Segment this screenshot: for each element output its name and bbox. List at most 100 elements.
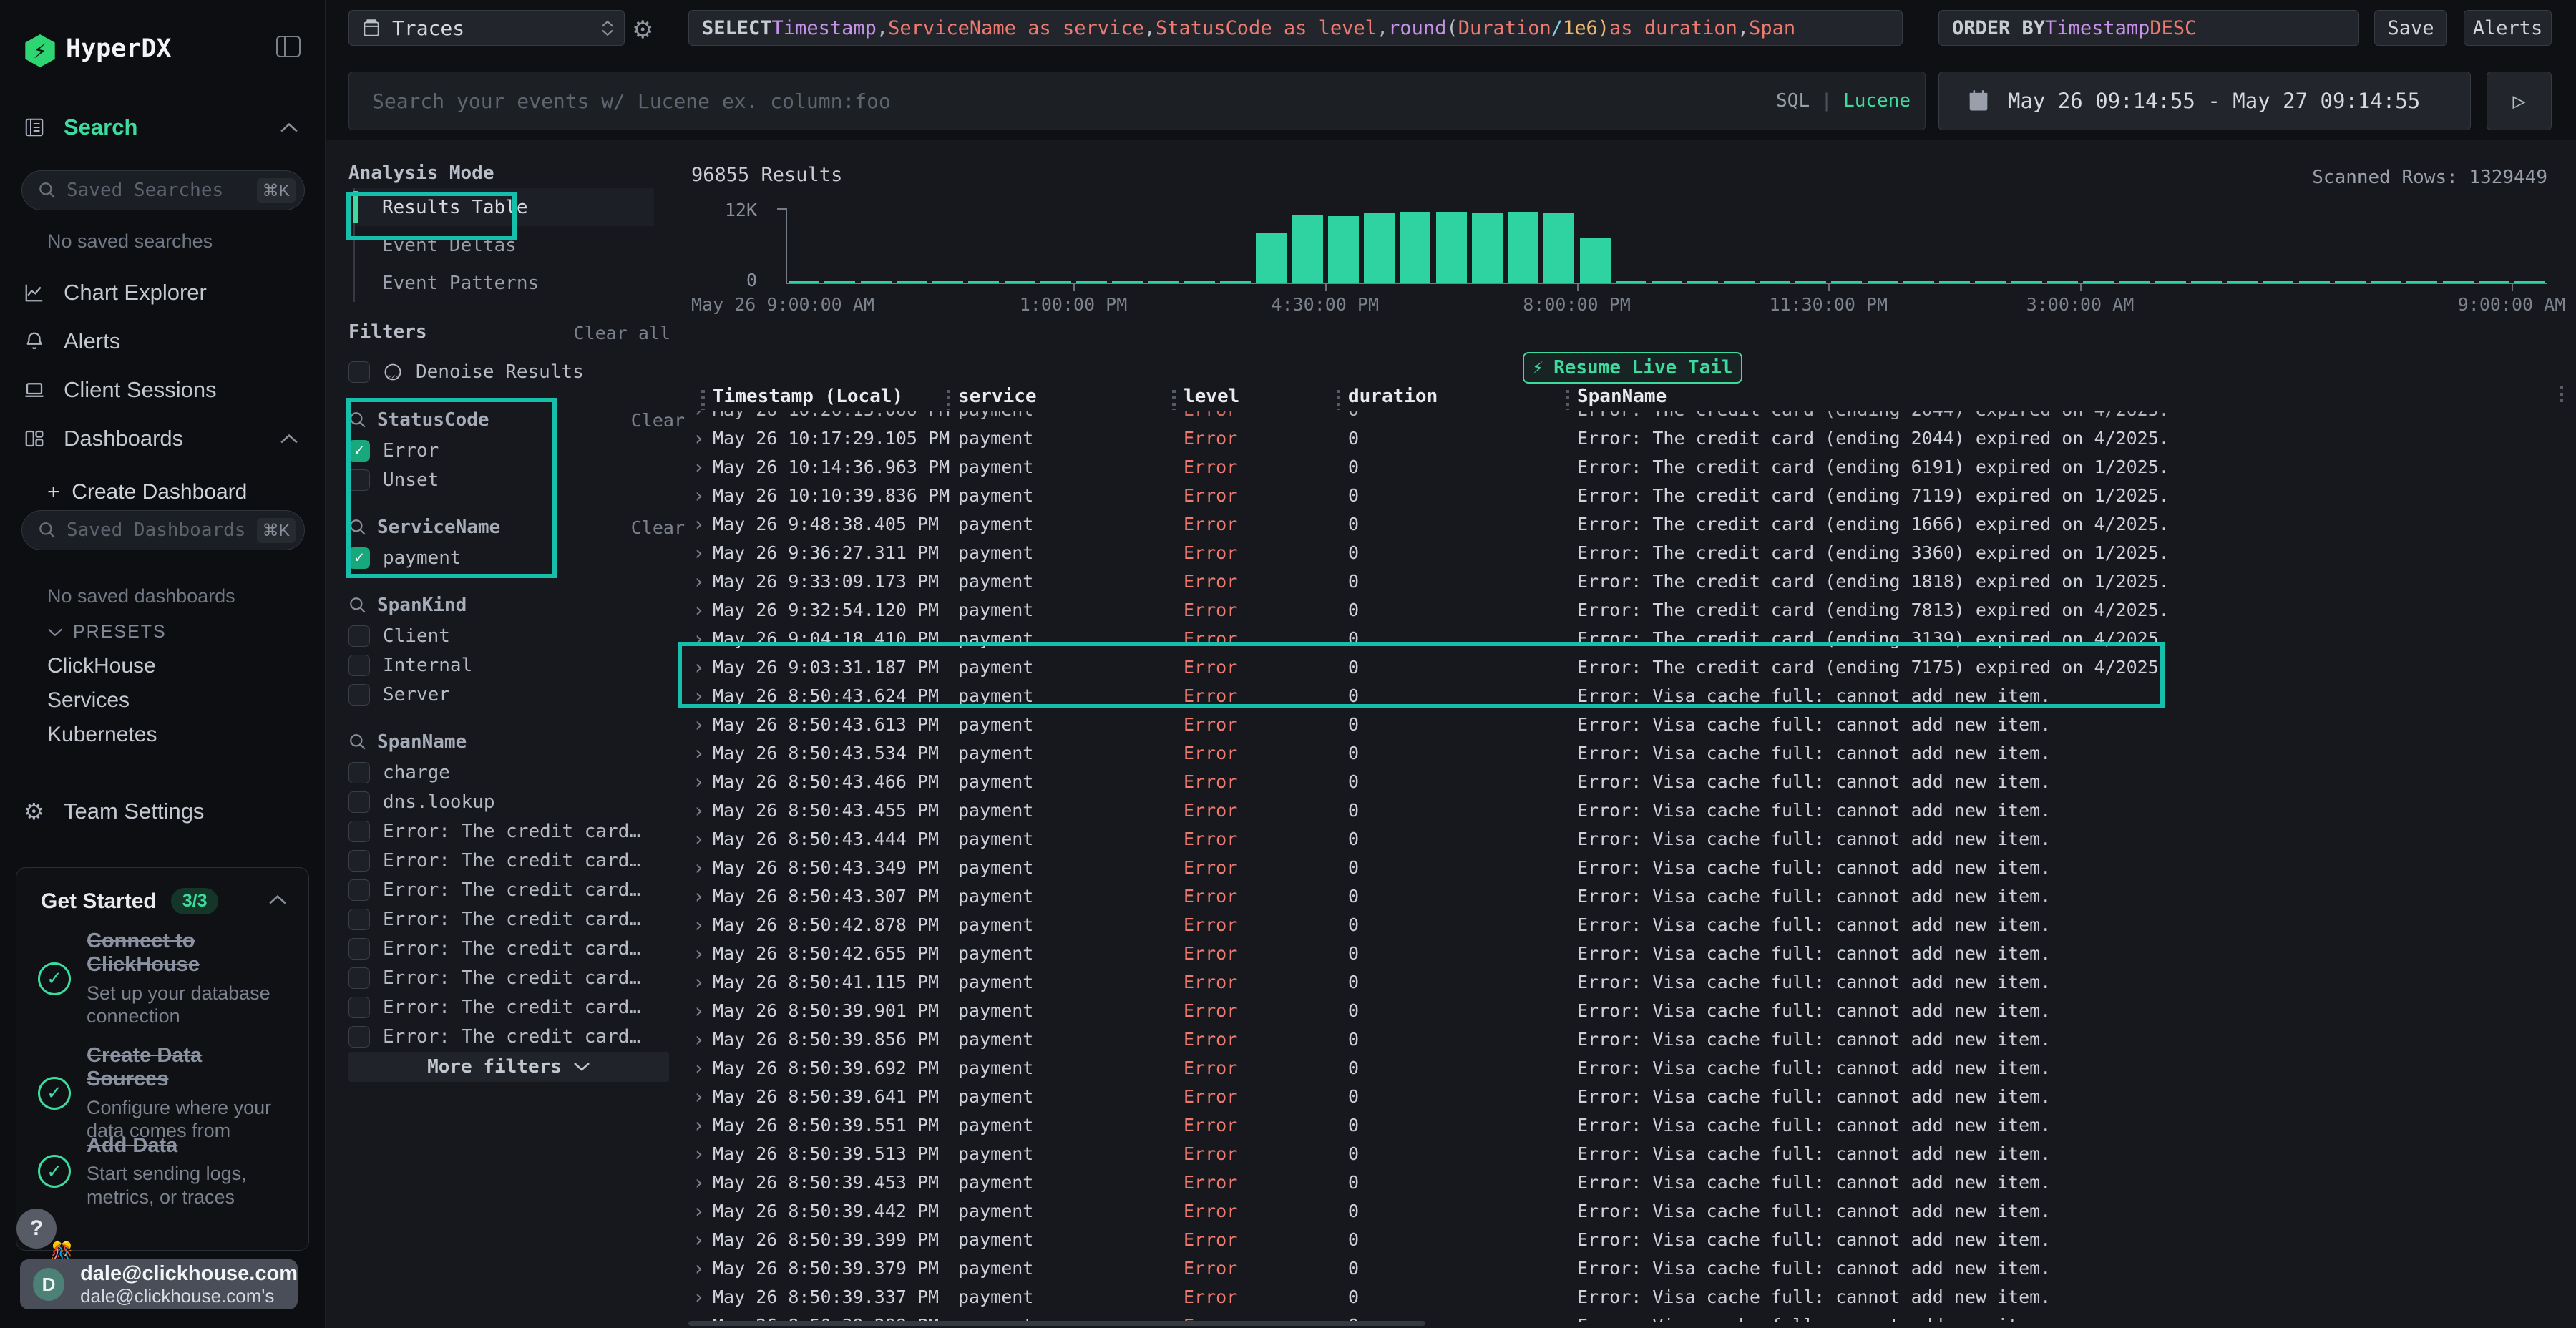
lang-sql[interactable]: SQL	[1776, 90, 1810, 112]
sidebar-item-client-sessions[interactable]: Client Sessions	[0, 366, 326, 414]
table-row[interactable]: ›May 26 10:20:15.000 PMpaymentError0Erro…	[686, 411, 2576, 424]
table-row[interactable]: ›May 26 8:50:39.399 PMpaymentError0Error…	[686, 1225, 2576, 1254]
sidebar-item-search[interactable]: Search	[0, 107, 326, 147]
row-expand-chevron-icon[interactable]: ›	[686, 942, 713, 965]
user-menu[interactable]: D dale@clickhouse.com dale@clickhouse.co…	[20, 1259, 298, 1309]
row-expand-chevron-icon[interactable]: ›	[686, 827, 713, 851]
presets-toggle[interactable]: PRESETS	[47, 622, 167, 643]
filter-checkbox[interactable]	[348, 909, 370, 930]
table-row[interactable]: ›May 26 8:50:42.878 PMpaymentError0Error…	[686, 910, 2576, 939]
table-row[interactable]: ›May 26 8:50:43.349 PMpaymentError0Error…	[686, 853, 2576, 882]
save-button[interactable]: Save	[2374, 10, 2447, 46]
results-histogram[interactable]: 12K 0 May 26 9:00:00 AM1:00:00 PM4:30:00…	[686, 188, 2576, 310]
row-expand-chevron-icon[interactable]: ›	[686, 1199, 713, 1223]
filter-value-row[interactable]: Error: The credit card …	[348, 904, 672, 934]
table-row[interactable]: ›May 26 8:50:42.655 PMpaymentError0Error…	[686, 939, 2576, 967]
filter-checkbox[interactable]: ✓	[348, 547, 370, 569]
get-started-item[interactable]: ✓ Connect to ClickHouse Set up your data…	[38, 929, 288, 1027]
row-expand-chevron-icon[interactable]: ›	[686, 655, 713, 679]
column-resize-handle[interactable]	[947, 390, 950, 410]
row-expand-chevron-icon[interactable]: ›	[686, 684, 713, 708]
row-expand-chevron-icon[interactable]: ›	[686, 426, 713, 450]
filter-checkbox[interactable]	[348, 850, 370, 872]
language-switch[interactable]: SQL | Lucene	[1776, 90, 1911, 112]
table-row[interactable]: ›May 26 8:50:43.444 PMpaymentError0Error…	[686, 824, 2576, 853]
chevron-up-icon[interactable]	[268, 894, 287, 905]
column-resize-handle[interactable]	[2560, 386, 2563, 406]
row-expand-chevron-icon[interactable]: ›	[686, 1056, 713, 1080]
row-expand-chevron-icon[interactable]: ›	[686, 1085, 713, 1108]
filter-value-row[interactable]: Client	[348, 621, 672, 650]
table-row[interactable]: ›May 26 8:50:39.513 PMpaymentError0Error…	[686, 1139, 2576, 1168]
help-button[interactable]: ?	[16, 1209, 57, 1249]
filter-value-row[interactable]: dns.lookup	[348, 787, 672, 816]
table-row[interactable]: ›May 26 8:50:39.856 PMpaymentError0Error…	[686, 1025, 2576, 1053]
date-range-picker[interactable]: May 26 09:14:55 - May 27 09:14:55	[1938, 72, 2471, 130]
filter-value-row[interactable]: ✓payment	[348, 543, 672, 572]
preset-kubernetes-link[interactable]: Kubernetes	[47, 723, 157, 747]
filter-value-row[interactable]: Error: The credit card …	[348, 816, 672, 846]
row-expand-chevron-icon[interactable]: ›	[686, 541, 713, 565]
sql-select-input[interactable]: SELECT Timestamp, ServiceName as service…	[688, 10, 1903, 46]
table-row[interactable]: ›May 26 9:03:31.187 PMpaymentError0Error…	[686, 653, 2576, 681]
filter-checkbox[interactable]	[348, 655, 370, 676]
table-row[interactable]: ›May 26 8:50:43.466 PMpaymentError0Error…	[686, 767, 2576, 796]
filter-value-row[interactable]: Error: The credit card …	[348, 992, 672, 1022]
row-expand-chevron-icon[interactable]: ›	[686, 1228, 713, 1251]
source-select[interactable]: Traces	[348, 10, 625, 46]
analysis-mode-results-table[interactable]: Results Table	[355, 188, 654, 226]
preset-clickhouse-link[interactable]: ClickHouse	[47, 654, 156, 678]
table-row[interactable]: ›May 26 8:50:39.901 PMpaymentError0Error…	[686, 996, 2576, 1025]
row-expand-chevron-icon[interactable]: ›	[686, 770, 713, 794]
row-expand-chevron-icon[interactable]: ›	[686, 570, 713, 593]
table-row[interactable]: ›May 26 8:50:39.692 PMpaymentError0Error…	[686, 1053, 2576, 1082]
filter-checkbox[interactable]	[348, 821, 370, 842]
table-body[interactable]: ›May 26 10:20:15.000 PMpaymentError0Erro…	[686, 411, 2576, 1322]
sidebar-collapse-icon[interactable]	[276, 36, 301, 57]
order-by-input[interactable]: ORDER BY Timestamp DESC	[1938, 10, 2359, 46]
table-row[interactable]: ›May 26 10:14:36.963 PMpaymentError0Erro…	[686, 452, 2576, 481]
row-expand-chevron-icon[interactable]: ›	[686, 970, 713, 994]
filter-checkbox[interactable]	[348, 879, 370, 901]
column-resize-handle[interactable]	[701, 390, 705, 410]
filter-checkbox[interactable]	[348, 791, 370, 813]
table-row[interactable]: ›May 26 9:48:38.405 PMpaymentError0Error…	[686, 509, 2576, 538]
filter-checkbox[interactable]	[348, 762, 370, 783]
create-dashboard-button[interactable]: + Create Dashboard	[47, 480, 247, 504]
horizontal-scrollbar[interactable]	[688, 1321, 1425, 1326]
filter-checkbox[interactable]	[348, 997, 370, 1018]
table-row[interactable]: ›May 26 8:50:39.453 PMpaymentError0Error…	[686, 1168, 2576, 1196]
clear-filter-link[interactable]: Clear	[631, 517, 685, 538]
filter-value-row[interactable]: Internal	[348, 650, 672, 680]
sidebar-item-team-settings[interactable]: ⚙ Team Settings	[0, 787, 326, 836]
column-resize-handle[interactable]	[1337, 390, 1340, 410]
more-filters-button[interactable]: More filters	[348, 1052, 669, 1082]
row-expand-chevron-icon[interactable]: ›	[686, 1142, 713, 1166]
table-row[interactable]: ›May 26 8:50:39.298 PMpaymentError0Error…	[686, 1311, 2576, 1322]
filter-value-row[interactable]: ✓Error	[348, 436, 672, 465]
sidebar-item-chart-explorer[interactable]: Chart Explorer	[0, 268, 326, 317]
table-row[interactable]: ›May 26 8:50:43.613 PMpaymentError0Error…	[686, 710, 2576, 738]
row-expand-chevron-icon[interactable]: ›	[686, 411, 713, 421]
table-row[interactable]: ›May 26 9:33:09.173 PMpaymentError0Error…	[686, 567, 2576, 595]
row-expand-chevron-icon[interactable]: ›	[686, 512, 713, 536]
table-row[interactable]: ›May 26 9:36:27.311 PMpaymentError0Error…	[686, 538, 2576, 567]
row-expand-chevron-icon[interactable]: ›	[686, 455, 713, 479]
filter-value-row[interactable]: charge	[348, 758, 672, 787]
table-row[interactable]: ›May 26 8:50:39.337 PMpaymentError0Error…	[686, 1282, 2576, 1311]
column-resize-handle[interactable]	[1172, 390, 1176, 410]
row-expand-chevron-icon[interactable]: ›	[686, 1113, 713, 1137]
row-expand-chevron-icon[interactable]: ›	[686, 713, 713, 736]
column-resize-handle[interactable]	[1566, 390, 1569, 410]
table-row[interactable]: ›May 26 8:50:39.551 PMpaymentError0Error…	[686, 1110, 2576, 1139]
table-row[interactable]: ›May 26 8:50:39.641 PMpaymentError0Error…	[686, 1082, 2576, 1110]
table-row[interactable]: ›May 26 8:50:39.379 PMpaymentError0Error…	[686, 1254, 2576, 1282]
table-row[interactable]: ›May 26 9:32:54.120 PMpaymentError0Error…	[686, 595, 2576, 624]
table-row[interactable]: ›May 26 8:50:39.442 PMpaymentError0Error…	[686, 1196, 2576, 1225]
saved-dashboards-input[interactable]: Saved Dashboards ⌘K	[21, 510, 305, 550]
table-row[interactable]: ›May 26 10:17:29.105 PMpaymentError0Erro…	[686, 424, 2576, 452]
filter-value-row[interactable]: Error: The credit card …	[348, 934, 672, 963]
filter-checkbox[interactable]	[348, 938, 370, 960]
lucene-search-input[interactable]: Search your events w/ Lucene ex. column:…	[348, 72, 1926, 130]
row-expand-chevron-icon[interactable]: ›	[686, 598, 713, 622]
